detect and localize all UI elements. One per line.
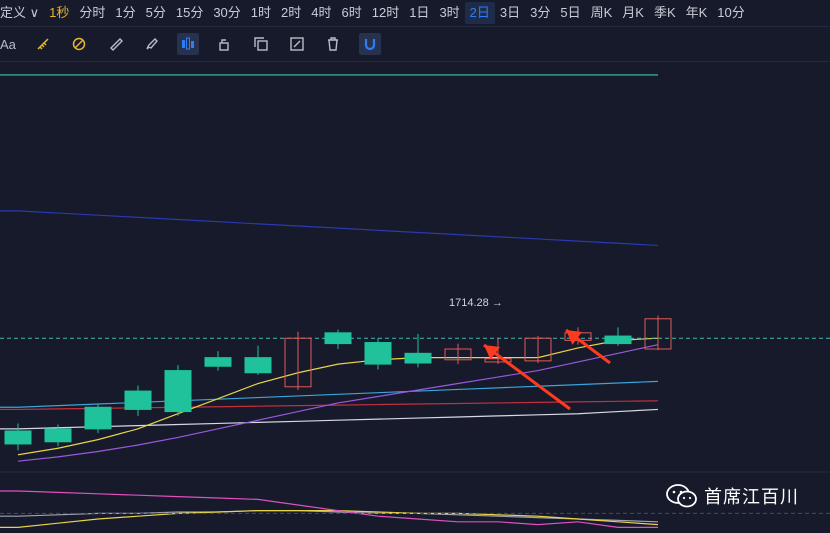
eraser-icon[interactable] — [68, 33, 90, 55]
timeframe-bar: 定义 ∨ 1秒 分时 1分 5分 15分 30分 1时 2时 4时 6时 12时 1日 3时 2日 3日 3分 5… — [0, 0, 830, 27]
timeframe-17[interactable]: 5日 — [555, 2, 585, 24]
timeframe-2[interactable]: 分时 — [74, 2, 110, 24]
candle-body — [244, 357, 272, 374]
timeframe-custom[interactable]: 定义 ∨ — [0, 2, 44, 24]
timeframe-6[interactable]: 30分 — [208, 2, 245, 24]
measure-icon[interactable] — [105, 33, 127, 55]
trash-icon[interactable] — [322, 33, 344, 55]
brush-icon[interactable] — [141, 33, 163, 55]
timeframe-3[interactable]: 1分 — [110, 2, 140, 24]
lock-icon[interactable] — [213, 33, 235, 55]
timeframe-19[interactable]: 月K — [617, 2, 649, 24]
timeframe-12[interactable]: 1日 — [404, 2, 434, 24]
timeframe-14[interactable]: 2日 — [464, 2, 495, 24]
magnet-icon[interactable] — [358, 33, 381, 55]
timeframe-21[interactable]: 年K — [681, 2, 713, 24]
osc-gray-line — [0, 510, 659, 523]
ma120-line — [0, 380, 659, 408]
candle-body — [84, 406, 112, 430]
timeframe-16[interactable]: 3分 — [525, 2, 555, 24]
kline-chart[interactable]: 1714.28 → — [0, 62, 830, 533]
timeframe-20[interactable]: 季K — [649, 2, 681, 24]
timeframe-10[interactable]: 6时 — [337, 2, 367, 24]
candle-body — [44, 428, 72, 443]
osc-pink-line — [0, 490, 658, 528]
timeframe-11[interactable]: 12时 — [367, 2, 404, 24]
ruler-icon[interactable] — [32, 33, 54, 55]
text-tool[interactable]: Aa — [0, 33, 20, 55]
timeframe-1[interactable]: 1秒 — [44, 2, 74, 24]
timeframe-13[interactable]: 3时 — [434, 2, 464, 24]
watermark-text: 首席江百川 — [704, 487, 799, 507]
ma-long-navy-line — [0, 210, 659, 247]
timeframe-5[interactable]: 15分 — [171, 2, 208, 24]
candle-mode-icon[interactable] — [177, 33, 200, 55]
candle-body — [604, 335, 632, 345]
timeframe-22[interactable]: 10分 — [712, 2, 749, 24]
timeframe-15[interactable]: 3日 — [495, 2, 525, 24]
drawing-toolbar: Aa — [0, 27, 830, 62]
candle-body — [324, 332, 352, 345]
edit-icon[interactable] — [286, 33, 308, 55]
candle-body — [4, 430, 32, 445]
copy-icon[interactable] — [250, 33, 272, 55]
ma20-line — [17, 337, 659, 456]
candle-body — [124, 390, 152, 410]
candle-body — [164, 370, 192, 413]
timeframe-18[interactable]: 周K — [586, 2, 618, 24]
candle-body — [404, 352, 432, 364]
watermark: 首席江百川 — [666, 483, 799, 509]
price-label: 1714.28 → — [449, 297, 503, 309]
wechat-icon — [666, 484, 697, 508]
timeframe-7[interactable]: 1时 — [246, 2, 276, 24]
timeframe-8[interactable]: 2时 — [276, 2, 306, 24]
candle-body — [364, 342, 392, 365]
timeframe-4[interactable]: 5分 — [141, 2, 171, 24]
candle-body — [204, 357, 232, 367]
annotation-arrow-right-head — [566, 330, 582, 345]
timeframe-9[interactable]: 4时 — [306, 2, 336, 24]
